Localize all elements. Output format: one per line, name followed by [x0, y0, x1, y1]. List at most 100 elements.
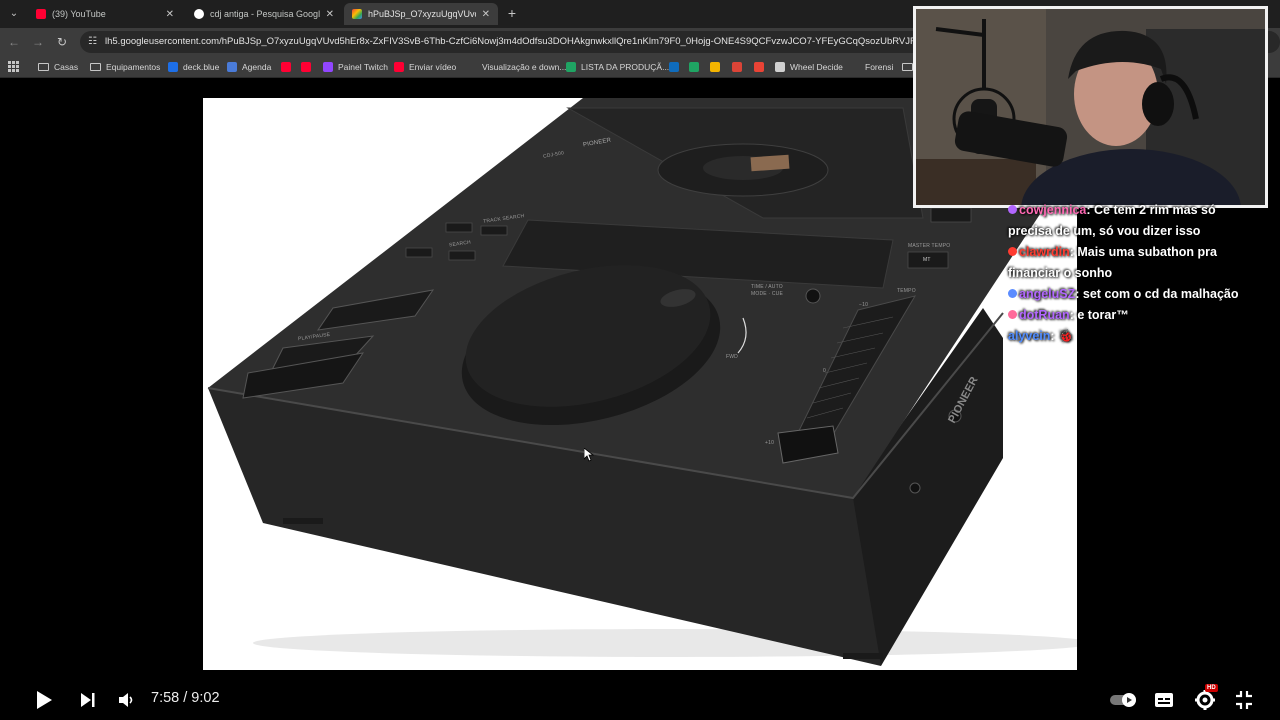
chat-badge-icon: [1008, 289, 1017, 298]
tab-close-icon[interactable]: ✕: [166, 9, 174, 20]
hd-badge: HD: [1205, 684, 1218, 692]
bookmark-favicon-icon: [566, 62, 576, 72]
time-mode-label: TIME / AUTO: [751, 284, 783, 290]
bookmark-favicon-icon: [850, 62, 860, 72]
bookmark-item[interactable]: Painel Twitch: [323, 60, 388, 74]
chat-message: cowjennica: Ce tem 2 rim mas só precisa …: [1008, 203, 1216, 238]
bookmark-item[interactable]: Wheel Decide: [775, 60, 843, 74]
time-display: 7:58 / 9:02: [151, 690, 220, 706]
back-arrow-icon[interactable]: ←: [6, 34, 22, 50]
bookmark-label: Visualização e down...: [482, 62, 567, 72]
folder-icon: [90, 63, 101, 71]
chat-text: e torar™: [1077, 308, 1129, 322]
youtube-favicon-icon: [36, 9, 46, 19]
bookmark-favicon-icon: [467, 62, 477, 72]
chat-username: cowjennica: [1019, 203, 1087, 217]
chat-overlay: cowjennica: Ce tem 2 rim mas só precisa …: [1008, 200, 1248, 347]
tab-close-icon[interactable]: ✕: [482, 9, 490, 20]
bookmark-label: deck.blue: [183, 62, 220, 72]
bookmark-item[interactable]: [281, 60, 296, 74]
chat-badge-icon: [1008, 310, 1017, 319]
master-tempo-label: MASTER TEMPO: [908, 243, 951, 249]
bookmark-item[interactable]: [689, 60, 704, 74]
bookmark-item[interactable]: [301, 60, 316, 74]
mouse-cursor-icon: [584, 448, 594, 462]
tab-label: hPuBJSp_O7xyzuUgqVUvd5hEr8: [368, 9, 476, 19]
chat-username: clawrdin: [1019, 245, 1070, 259]
chat-message: clawrdin: Mais uma subathon pra financia…: [1008, 245, 1217, 280]
tab-youtube[interactable]: (39) YouTube ✕: [28, 3, 182, 25]
tab-close-icon[interactable]: ✕: [326, 9, 334, 20]
tab-google-search[interactable]: cdj antiga - Pesquisa Google ✕: [186, 3, 342, 25]
bookmark-item[interactable]: [754, 60, 769, 74]
bookmark-item[interactable]: Casas: [38, 60, 78, 74]
bookmark-label: Wheel Decide: [790, 62, 843, 72]
google-favicon-icon: [194, 9, 204, 19]
bookmark-favicon-icon: [689, 62, 699, 72]
bookmark-favicon-icon: [227, 62, 237, 72]
tab-search-chevron-icon[interactable]: ⌄: [4, 4, 24, 24]
streamer-webcam-image: [916, 9, 1265, 205]
chat-text: 🐞: [1058, 329, 1074, 343]
bookmark-favicon-icon: [301, 62, 311, 72]
chat-message: alyvein: 🐞: [1008, 329, 1074, 343]
bookmark-favicon-icon: [775, 62, 785, 72]
chat-username: angeluSZ: [1019, 287, 1076, 301]
bookmark-favicon-icon: [669, 62, 679, 72]
chat-badge-icon: [1008, 205, 1017, 214]
site-info-icon[interactable]: ☷: [88, 36, 98, 48]
mt-button-label: MT: [923, 257, 931, 263]
video-player-controls: 7:58 / 9:02 HD: [0, 680, 1280, 720]
new-tab-plus-icon[interactable]: +: [504, 5, 520, 21]
tempo-minus-label: −10: [859, 302, 869, 308]
volume-icon[interactable]: [116, 688, 136, 712]
bookmark-label: Equipamentos: [106, 62, 161, 72]
bookmark-favicon-icon: [323, 62, 333, 72]
tab-image-active[interactable]: hPuBJSp_O7xyzuUgqVUvd5hEr8 ✕: [344, 3, 498, 25]
tab-label: (39) YouTube: [52, 9, 106, 19]
next-video-icon[interactable]: [78, 688, 98, 712]
tempo-plus-label: +10: [765, 440, 775, 446]
play-icon[interactable]: [34, 688, 54, 712]
bookmark-label: LISTA DA PRODUÇÃ...: [581, 62, 670, 72]
bookmark-item[interactable]: [732, 60, 747, 74]
chat-username: alyvein: [1008, 329, 1051, 343]
bookmark-favicon-icon: [168, 62, 178, 72]
bookmark-item[interactable]: Visualização e down...: [467, 60, 566, 74]
forward-arrow-icon[interactable]: →: [30, 34, 46, 50]
folder-icon: [902, 63, 913, 71]
mode-cue-label: MODE · CUE: [751, 291, 783, 297]
bookmark-favicon-icon: [394, 62, 404, 72]
bookmark-item[interactable]: deck.blue: [168, 60, 219, 74]
exit-fullscreen-icon[interactable]: [1233, 688, 1255, 712]
image-favicon-icon: [352, 9, 362, 19]
bookmark-favicon-icon: [754, 62, 764, 72]
chat-text: set com o cd da malhação: [1082, 287, 1239, 301]
tab-label: cdj antiga - Pesquisa Google: [210, 9, 320, 19]
bookmark-item[interactable]: Agenda: [227, 60, 271, 74]
bookmark-label: Casas: [54, 62, 79, 72]
webcam-feed: [913, 6, 1268, 208]
bookmark-item[interactable]: [710, 60, 725, 74]
subtitles-icon[interactable]: [1153, 688, 1175, 712]
screen: ⌄ (39) YouTube ✕ cdj antiga - Pesquisa G…: [0, 0, 1280, 720]
bookmark-favicon-icon: [732, 62, 742, 72]
bookmark-item[interactable]: Enviar vídeo: [394, 60, 456, 74]
reload-icon[interactable]: ↻: [54, 34, 70, 50]
chat-message: dotRuan: e torar™: [1008, 305, 1248, 326]
apps-grid-icon[interactable]: [8, 61, 19, 72]
bookmark-item[interactable]: [669, 60, 684, 74]
bookmark-label: Painel Twitch: [338, 62, 388, 72]
tempo-zero-label: 0: [823, 368, 826, 374]
chat-message: angeluSZ: set com o cd da malhação: [1008, 284, 1248, 305]
tempo-label: TEMPO: [897, 288, 916, 294]
chat-username: dotRuan: [1019, 308, 1070, 322]
bookmark-item[interactable]: Equipamentos: [90, 60, 160, 74]
bookmark-favicon-icon: [281, 62, 291, 72]
autoplay-toggle-icon[interactable]: [1108, 688, 1140, 712]
bookmark-label: Forensi: [865, 62, 894, 72]
bookmark-item[interactable]: Forensi: [850, 60, 893, 74]
bookmark-favicon-icon: [710, 62, 720, 72]
bookmark-label: Agenda: [242, 62, 272, 72]
bookmark-item[interactable]: LISTA DA PRODUÇÃ...: [566, 60, 669, 74]
